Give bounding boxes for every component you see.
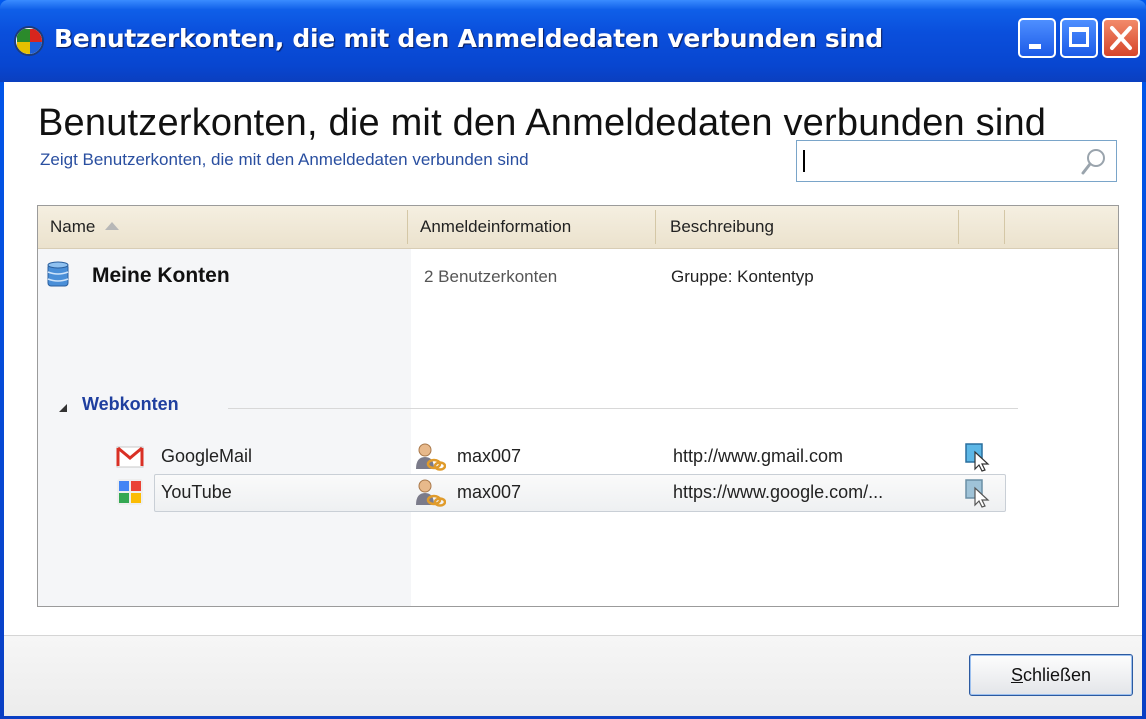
text-caret xyxy=(803,150,805,172)
open-link-icon[interactable] xyxy=(965,442,991,472)
dialog-footer: Schließen xyxy=(4,635,1142,716)
account-credential: max007 xyxy=(457,446,522,466)
column-header-description[interactable]: Beschreibung xyxy=(670,206,774,248)
gmail-icon xyxy=(116,446,144,468)
column-header-action[interactable] xyxy=(960,206,1004,248)
root-account-name[interactable]: Meine Konten xyxy=(92,264,230,288)
page-subtitle: Zeigt Benutzerkonten, die mit den Anmeld… xyxy=(40,150,529,169)
column-divider[interactable] xyxy=(958,210,959,244)
user-link-icon xyxy=(416,443,446,471)
google-icon xyxy=(117,479,143,505)
user-link-icon xyxy=(416,479,446,507)
close-button[interactable]: Schließen xyxy=(969,654,1133,696)
account-description: http://www.gmail.com xyxy=(673,446,844,466)
column-header-credential[interactable]: Anmeldeinformation xyxy=(420,206,571,248)
maximize-button[interactable] xyxy=(1060,18,1098,58)
close-window-button[interactable] xyxy=(1102,18,1140,58)
column-divider[interactable] xyxy=(1004,210,1005,244)
application-window: Benutzerkonten, die mit den Anmeldedaten… xyxy=(0,0,1146,719)
account-name: YouTube xyxy=(161,482,232,502)
close-button-accelerator: S xyxy=(1010,665,1023,685)
name-column-background xyxy=(38,248,411,606)
search-icon[interactable] xyxy=(1080,147,1108,177)
group-header-webkonten[interactable]: Webkonten xyxy=(82,394,179,415)
close-icon xyxy=(1110,26,1132,50)
column-divider[interactable] xyxy=(407,210,408,244)
details-column-background xyxy=(411,248,1118,606)
expand-collapse-icon[interactable] xyxy=(58,403,68,413)
group-divider xyxy=(228,408,1018,409)
account-name: GoogleMail xyxy=(161,446,253,466)
minimize-button[interactable] xyxy=(1018,18,1056,58)
column-header-name-label: Name xyxy=(50,217,96,236)
title-bar[interactable]: Benutzerkonten, die mit den Anmeldedaten… xyxy=(0,0,1146,82)
window-title: Benutzerkonten, die mit den Anmeldedaten… xyxy=(54,24,883,53)
page-title: Benutzerkonten, die mit den Anmeldedaten… xyxy=(38,102,1047,144)
open-link-icon[interactable] xyxy=(965,478,991,508)
sort-ascending-icon xyxy=(105,221,120,230)
database-icon xyxy=(47,261,69,287)
column-header-name[interactable]: Name xyxy=(50,206,120,248)
root-account-info: 2 Benutzerkonten xyxy=(424,267,558,286)
column-divider[interactable] xyxy=(655,210,656,244)
accounts-list[interactable]: Name Anmeldeinformation Beschreibung Mei… xyxy=(37,205,1119,607)
app-icon[interactable] xyxy=(14,26,44,56)
maximize-icon xyxy=(1069,27,1089,47)
minimize-icon xyxy=(1029,44,1041,49)
close-button-label: chließen xyxy=(1022,665,1092,685)
dialog-client-area: Benutzerkonten, die mit den Anmeldedaten… xyxy=(4,82,1142,716)
root-account-description: Gruppe: Kontentyp xyxy=(671,267,814,286)
list-header: Name Anmeldeinformation Beschreibung xyxy=(38,206,1118,249)
account-description: https://www.google.com/... xyxy=(673,482,884,502)
account-credential: max007 xyxy=(457,482,522,502)
search-input[interactable] xyxy=(796,140,1117,182)
